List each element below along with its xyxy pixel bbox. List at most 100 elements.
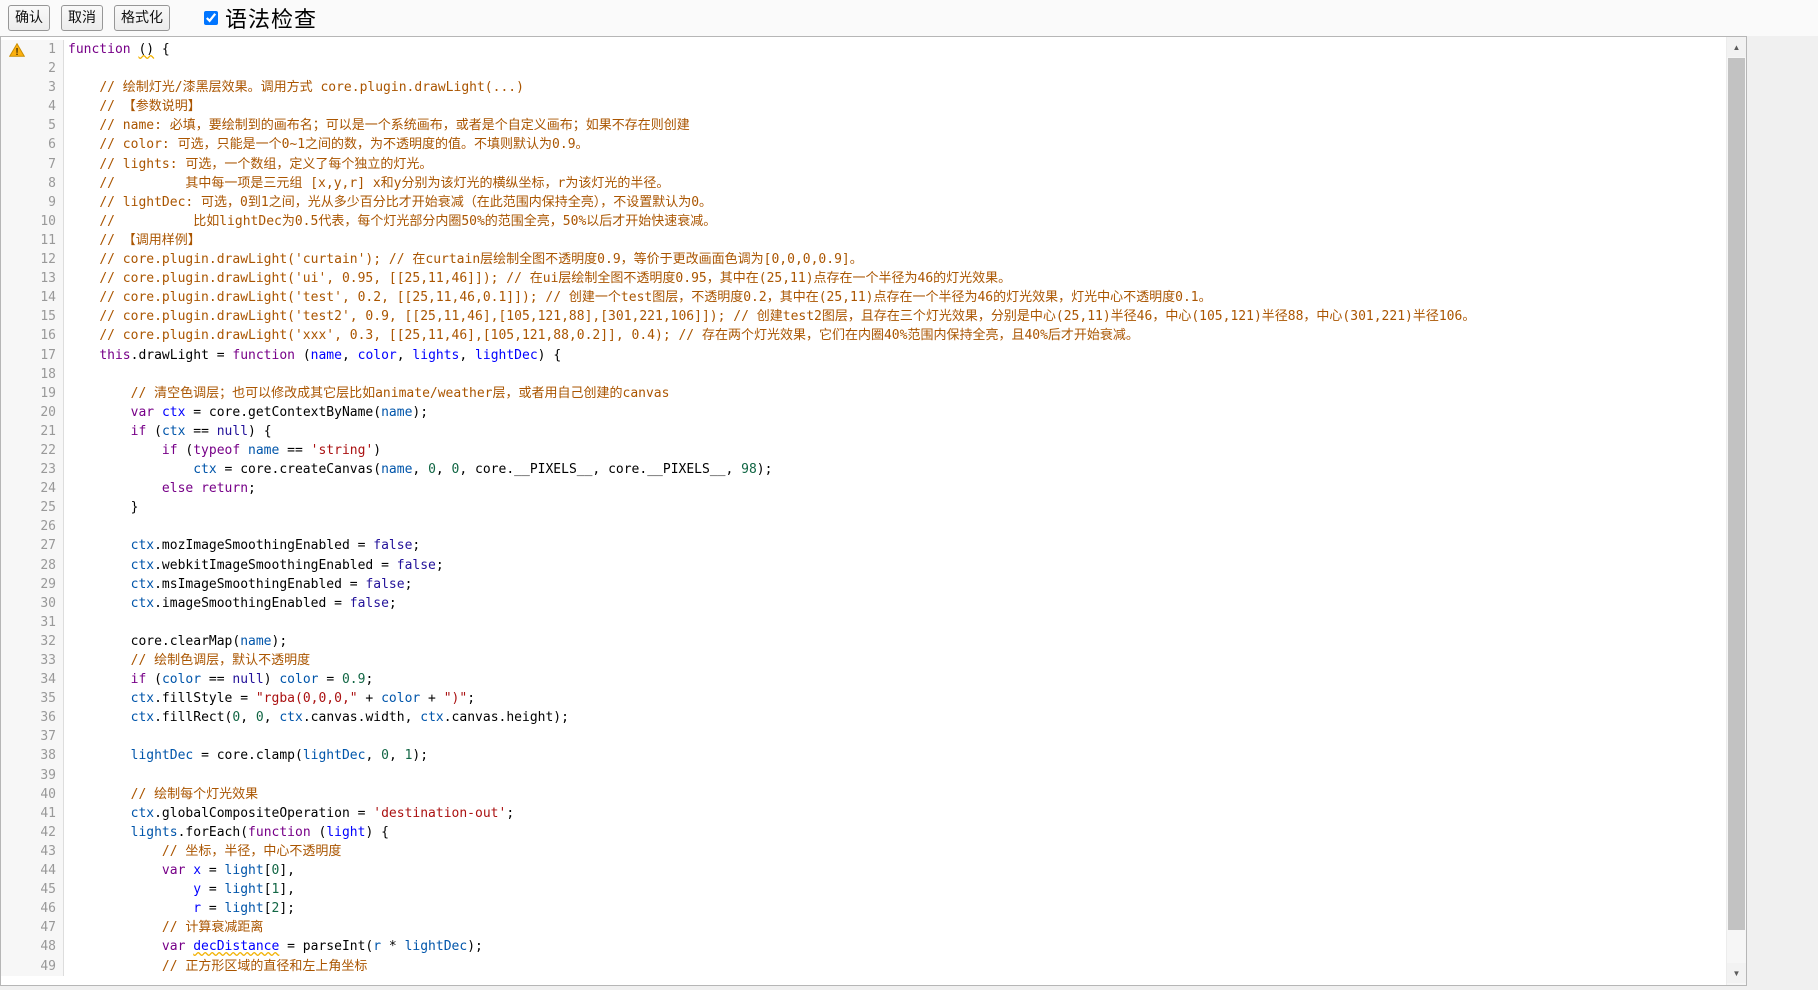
code-line: 10 // 比如lightDec为0.5代表，每个灯光部分内圈50%的范围全亮，…: [1, 212, 1746, 231]
gutter-marker: [1, 766, 29, 785]
line-number: 11: [29, 231, 64, 250]
code-text: [64, 766, 1746, 785]
code-line: 27 ctx.mozImageSmoothingEnabled = false;: [1, 536, 1746, 555]
gutter-marker: [1, 441, 29, 460]
gutter-marker: [1, 307, 29, 326]
gutter-marker: [1, 403, 29, 422]
code-line: 48 var decDistance = parseInt(r * lightD…: [1, 937, 1746, 956]
toolbar: 确认 取消 格式化 语法检查: [0, 0, 1818, 36]
code-line: 37: [1, 727, 1746, 746]
line-number: 24: [29, 479, 64, 498]
code-line: 21 if (ctx == null) {: [1, 422, 1746, 441]
code-text: // name: 必填，要绘制到的画布名；可以是一个系统画布，或者是个自定义画布…: [64, 116, 1746, 135]
gutter-marker: [1, 135, 29, 154]
code-text: lightDec = core.clamp(lightDec, 0, 1);: [64, 746, 1746, 765]
format-button[interactable]: 格式化: [114, 5, 170, 30]
code-line: 40 // 绘制每个灯光效果: [1, 785, 1746, 804]
code-text: var x = light[0],: [64, 861, 1746, 880]
code-text: // 坐标，半径，中心不透明度: [64, 842, 1746, 861]
line-number: 25: [29, 498, 64, 517]
code-lines[interactable]: ! 1function () {23 // 绘制灯光/漆黑层效果。调用方式 co…: [1, 37, 1746, 976]
scroll-up-button[interactable]: ▲: [1727, 37, 1746, 57]
gutter-marker: [1, 861, 29, 880]
line-number: 32: [29, 632, 64, 651]
gutter-marker: [1, 116, 29, 135]
code-text: ctx.mozImageSmoothingEnabled = false;: [64, 536, 1746, 555]
code-line: 47 // 计算衰减距离: [1, 918, 1746, 937]
gutter-marker: [1, 689, 29, 708]
code-line: 38 lightDec = core.clamp(lightDec, 0, 1)…: [1, 746, 1746, 765]
gutter-marker: [1, 193, 29, 212]
line-number: 14: [29, 288, 64, 307]
line-number: 7: [29, 155, 64, 174]
code-text: r = light[2];: [64, 899, 1746, 918]
syntax-check-checkbox[interactable]: [204, 11, 218, 25]
line-number: 34: [29, 670, 64, 689]
code-line: ! 1function () {: [1, 40, 1746, 59]
line-number: 1: [29, 40, 64, 59]
code-editor[interactable]: ! 1function () {23 // 绘制灯光/漆黑层效果。调用方式 co…: [0, 36, 1747, 986]
code-line: 16 // core.plugin.drawLight('xxx', 0.3, …: [1, 326, 1746, 345]
code-text: y = light[1],: [64, 880, 1746, 899]
confirm-button[interactable]: 确认: [8, 5, 50, 30]
line-number: 33: [29, 651, 64, 670]
gutter-marker: [1, 422, 29, 441]
line-number: 21: [29, 422, 64, 441]
code-line: 33 // 绘制色调层，默认不透明度: [1, 651, 1746, 670]
code-line: 6 // color: 可选，只能是一个0~1之间的数，为不透明度的值。不填则默…: [1, 135, 1746, 154]
code-text: // core.plugin.drawLight('xxx', 0.3, [[2…: [64, 326, 1746, 345]
line-number: 36: [29, 708, 64, 727]
warning-icon: !: [9, 43, 25, 57]
gutter-marker: [1, 365, 29, 384]
code-text: // core.plugin.drawLight('curtain'); // …: [64, 250, 1746, 269]
code-line: 45 y = light[1],: [1, 880, 1746, 899]
code-text: // 清空色调层；也可以修改成其它层比如animate/weather层，或者用…: [64, 384, 1746, 403]
gutter-marker: [1, 288, 29, 307]
code-text: ctx.globalCompositeOperation = 'destinat…: [64, 804, 1746, 823]
gutter-marker: [1, 632, 29, 651]
line-number: 16: [29, 326, 64, 345]
line-number: 38: [29, 746, 64, 765]
editor-vscrollbar[interactable]: ▲ ▼: [1726, 37, 1746, 985]
gutter-marker: [1, 212, 29, 231]
gutter-marker: [1, 517, 29, 536]
code-line: 13 // core.plugin.drawLight('ui', 0.95, …: [1, 269, 1746, 288]
gutter-marker: [1, 842, 29, 861]
code-line: 23 ctx = core.createCanvas(name, 0, 0, c…: [1, 460, 1746, 479]
code-text: // core.plugin.drawLight('test2', 0.9, […: [64, 307, 1746, 326]
line-number: 8: [29, 174, 64, 193]
scroll-down-button[interactable]: ▼: [1727, 963, 1746, 983]
line-number: 12: [29, 250, 64, 269]
code-text: // 【调用样例】: [64, 231, 1746, 250]
code-line: 26: [1, 517, 1746, 536]
line-number: 17: [29, 346, 64, 365]
code-line: 32 core.clearMap(name);: [1, 632, 1746, 651]
gutter-marker: [1, 155, 29, 174]
gutter-marker: [1, 823, 29, 842]
scrollbar-thumb[interactable]: [1728, 58, 1745, 930]
code-line: 11 // 【调用样例】: [1, 231, 1746, 250]
gutter-marker: [1, 556, 29, 575]
code-text: // 比如lightDec为0.5代表，每个灯光部分内圈50%的范围全亮，50%…: [64, 212, 1746, 231]
line-number: 20: [29, 403, 64, 422]
code-text: // core.plugin.drawLight('ui', 0.95, [[2…: [64, 269, 1746, 288]
code-line: 35 ctx.fillStyle = "rgba(0,0,0," + color…: [1, 689, 1746, 708]
code-line: 3 // 绘制灯光/漆黑层效果。调用方式 core.plugin.drawLig…: [1, 78, 1746, 97]
line-number: 29: [29, 575, 64, 594]
gutter-marker: [1, 651, 29, 670]
svg-text:!: !: [15, 47, 18, 57]
code-line: 49 // 正方形区域的直径和左上角坐标: [1, 957, 1746, 976]
line-number: 43: [29, 842, 64, 861]
code-line: 2: [1, 59, 1746, 78]
line-number: 49: [29, 957, 64, 976]
code-line: 36 ctx.fillRect(0, 0, ctx.canvas.width, …: [1, 708, 1746, 727]
code-line: 39: [1, 766, 1746, 785]
code-line: 5 // name: 必填，要绘制到的画布名；可以是一个系统画布，或者是个自定义…: [1, 116, 1746, 135]
code-line: 25 }: [1, 498, 1746, 517]
code-text: // 正方形区域的直径和左上角坐标: [64, 957, 1746, 976]
line-number: 3: [29, 78, 64, 97]
line-number: 6: [29, 135, 64, 154]
gutter-marker: [1, 479, 29, 498]
gutter-marker: [1, 937, 29, 956]
cancel-button[interactable]: 取消: [61, 5, 103, 30]
